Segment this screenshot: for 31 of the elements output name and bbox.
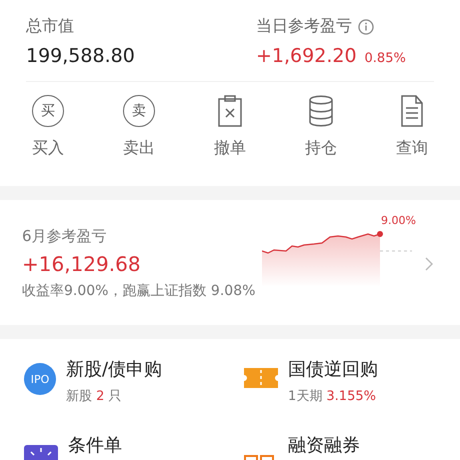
service-item[interactable]: 国债逆回购 1天期 3.155% [244, 357, 460, 405]
service-title: 条件单 [68, 434, 122, 457]
service-title: 融资融券 [288, 434, 360, 457]
action-button[interactable]: 撤单 [200, 94, 260, 159]
daily-pnl-percent: 0.85% [364, 51, 406, 66]
service-title: 新股/债申购 [66, 358, 162, 381]
daily-pnl-value: +1,692.20 [256, 45, 357, 67]
chart-value-label: 9.00% [381, 214, 416, 227]
total-value-label: 总市值 [26, 16, 75, 37]
total-value: 199,588.80 [26, 45, 136, 67]
action-button[interactable]: 买 买入 [18, 94, 78, 159]
info-icon[interactable] [358, 18, 374, 34]
service-title: 国债逆回购 [288, 358, 378, 381]
action-button[interactable]: 持仓 [291, 94, 351, 159]
service-item[interactable]: IPO 新股/债申购 新股 2 只 [24, 357, 244, 405]
monthly-pnl-title: 6月参考盈亏 [22, 227, 108, 246]
trade-icon: 买 [32, 95, 64, 127]
ipo-icon: IPO [24, 363, 56, 395]
service-subtitle: 1天期 3.155% [288, 388, 377, 405]
monthly-pnl-card[interactable]: 6月参考盈亏 +16,129.68 收益率9.00%，跑赢上证指数 9.08% 9.00% [0, 200, 460, 325]
action-button[interactable]: 卖 卖出 [109, 94, 169, 159]
action-button[interactable]: 查询 [382, 94, 442, 159]
service-item[interactable]: 条件单 [24, 433, 244, 460]
return-note: 收益率9.00%，跑赢上证指数 9.08% [22, 282, 256, 300]
monthly-pnl-value: +16,129.68 [22, 252, 142, 276]
trade-icon: 卖 [123, 95, 155, 127]
ticket-icon [244, 365, 278, 391]
service-subtitle: 新股 2 只 [66, 388, 123, 405]
chevron-right-icon [424, 256, 434, 272]
service-item[interactable]: 融资融券 [244, 433, 460, 460]
daily-pnl-label: 当日参考盈亏 [256, 16, 352, 37]
